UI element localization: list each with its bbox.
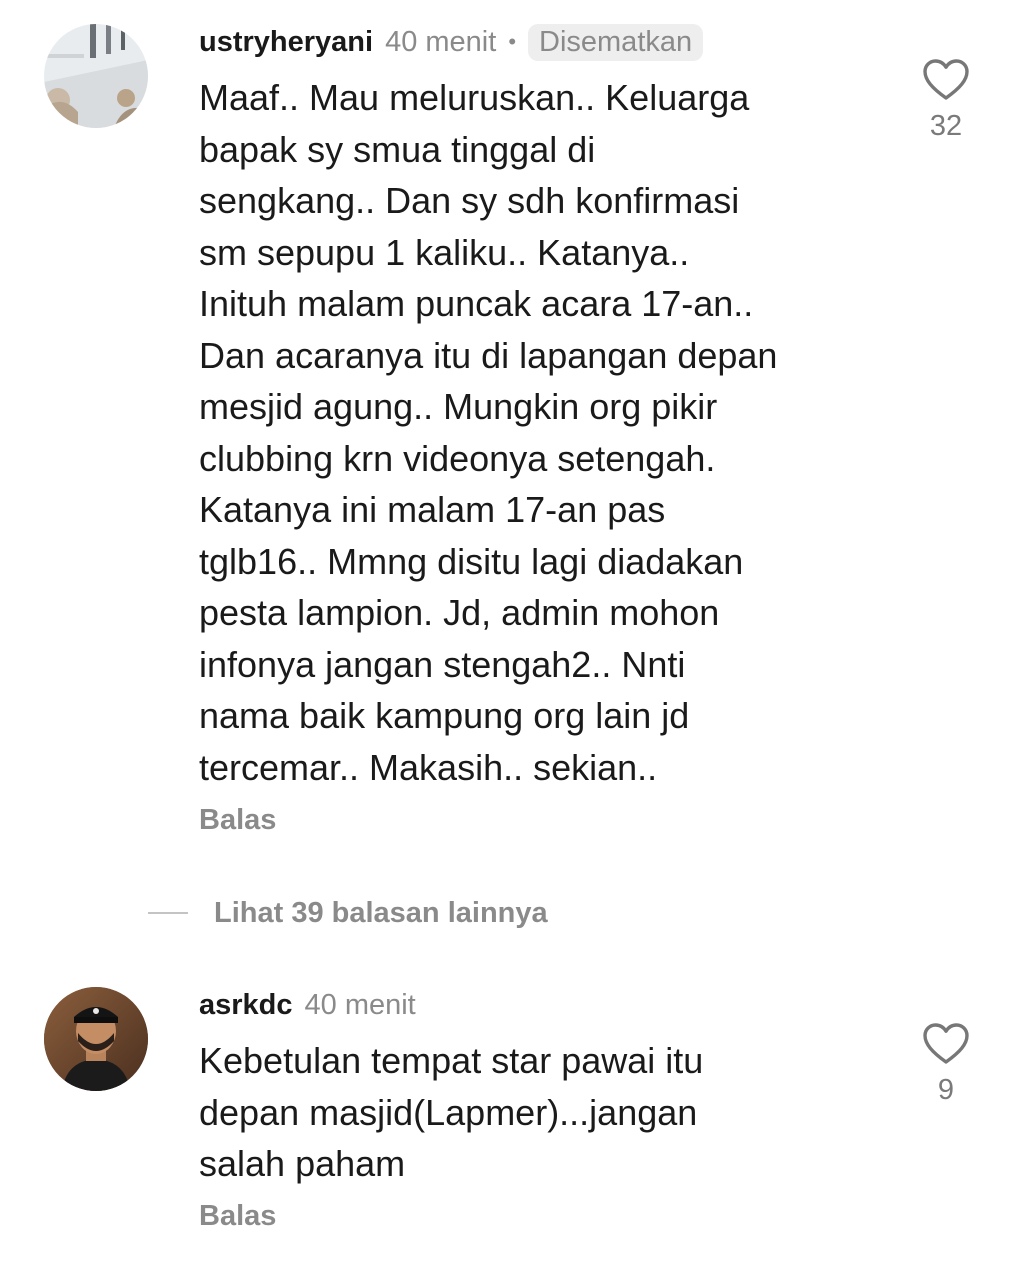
view-more-replies-button[interactable]: Lihat 39 balasan lainnya bbox=[148, 893, 548, 933]
comment-line: bapak sy smua tinggal di bbox=[199, 128, 596, 170]
avatar-ustryheryani[interactable] bbox=[44, 24, 148, 128]
separator-dot: • bbox=[508, 29, 517, 54]
comment-item: asrkdc 40 menit Kebetulan tempat star pa… bbox=[0, 960, 1024, 1260]
like-button[interactable]: 32 bbox=[915, 58, 977, 143]
comment-time: 40 menit bbox=[304, 988, 416, 1021]
comment-line: Dan acaranya itu di lapangan depan bbox=[199, 334, 778, 376]
comment-line: Maaf.. Mau meluruskan.. Keluarga bbox=[199, 77, 750, 118]
avatar-asrkdc[interactable] bbox=[44, 987, 148, 1091]
comment-line: pesta lampion. Jd, admin mohon bbox=[199, 592, 720, 633]
comment-line: sm sepupu 1 kaliku.. Katanya.. bbox=[199, 231, 690, 273]
username[interactable]: asrkdc bbox=[199, 989, 293, 1022]
comment-line: sengkang.. Dan sy sdh konfirmasi bbox=[199, 180, 740, 221]
heart-outline-icon bbox=[923, 59, 969, 100]
username[interactable]: ustryheryani bbox=[199, 26, 373, 59]
comment-line: nama baik kampung org lain jd bbox=[199, 695, 690, 736]
comment-line: infonya jangan stengah2.. Nnti bbox=[199, 643, 686, 685]
avatar-image bbox=[44, 987, 148, 1091]
comment-item: ustryheryani 40 menit • Disematkan Maaf.… bbox=[0, 0, 1024, 880]
comment-line: Kebetulan tempat star pawai itu bbox=[199, 1040, 704, 1081]
comment-line: tercemar.. Makasih.. sekian.. bbox=[199, 746, 658, 788]
comment-line: depan masjid(Lapmer)...jangan bbox=[199, 1091, 698, 1133]
reply-button[interactable]: Balas bbox=[199, 1200, 276, 1233]
heart-outline-icon bbox=[923, 1023, 969, 1064]
divider-line bbox=[148, 912, 188, 914]
view-replies-label: Lihat 39 balasan lainnya bbox=[214, 896, 548, 929]
like-count: 32 bbox=[929, 110, 963, 142]
comment-line: clubbing krn videonya setengah. bbox=[199, 437, 716, 479]
comment-text: Kebetulan tempat star pawai itu depan ma… bbox=[199, 1035, 703, 1190]
comment-line: Inituh malam puncak acara 17-an.. bbox=[199, 283, 754, 324]
like-button[interactable]: 9 bbox=[915, 1022, 977, 1107]
reply-button[interactable]: Balas bbox=[199, 804, 276, 837]
comment-meta: asrkdc 40 menit bbox=[199, 985, 416, 1025]
comment-line: tglb16.. Mmng disitu lagi diadakan bbox=[199, 540, 744, 582]
comment-meta: ustryheryani 40 menit • Disematkan bbox=[199, 22, 704, 62]
comment-line: mesjid agung.. Mungkin org pikir bbox=[199, 386, 718, 427]
comment-time: 40 menit bbox=[385, 25, 497, 58]
comment-text: Maaf.. Mau meluruskan.. Keluarga bapak s… bbox=[199, 72, 777, 793]
avatar-image bbox=[44, 24, 148, 128]
pinned-badge: Disematkan bbox=[528, 23, 704, 61]
like-count: 9 bbox=[937, 1074, 955, 1106]
comment-line: salah paham bbox=[199, 1143, 406, 1184]
comment-line: Katanya ini malam 17-an pas bbox=[199, 489, 666, 530]
